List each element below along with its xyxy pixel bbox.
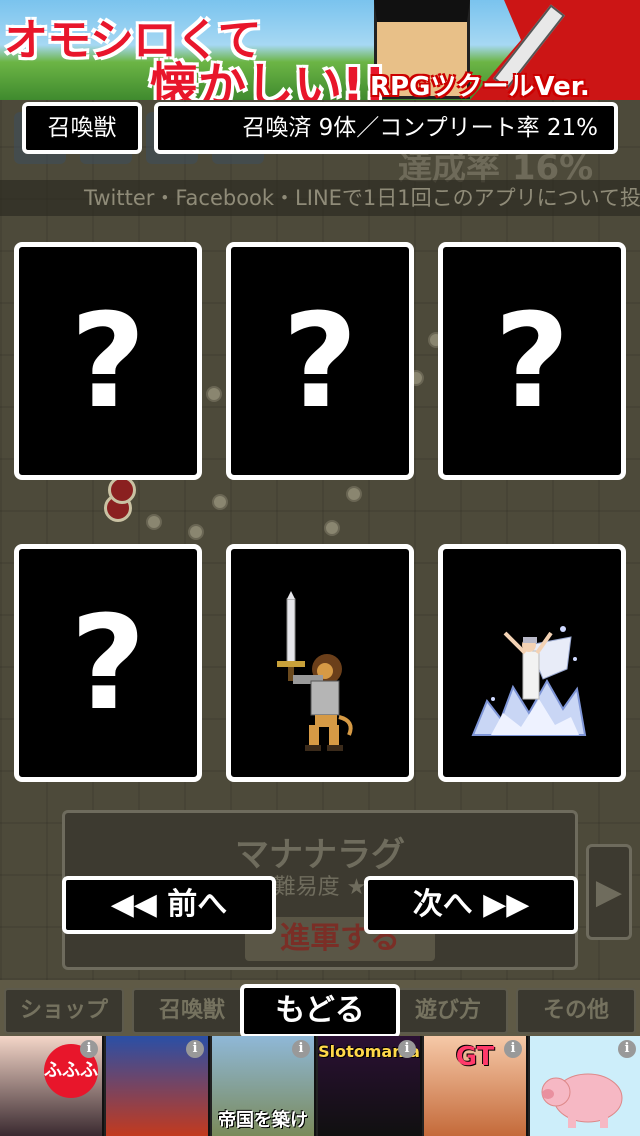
next-page-button[interactable]: 次へ ▶▶ <box>364 876 578 934</box>
map-marker <box>108 476 136 504</box>
summon-card-2[interactable]: ? <box>226 242 414 480</box>
bottom-ad-strip: ふふふ i i i 帝国を築け Slotomania i GT i i <box>0 1036 640 1136</box>
page-title: 召喚獣 <box>22 102 142 154</box>
ad-info-icon[interactable]: i <box>504 1040 522 1058</box>
menu-shop: ショップ <box>4 988 124 1034</box>
summon-card-3[interactable]: ? <box>438 242 626 480</box>
ad-tile-3[interactable]: i 帝国を築け <box>212 1036 316 1136</box>
map-node <box>188 524 204 540</box>
top-banner-ad[interactable]: オモシロくて 懐かしい!! RPGツクールVer. <box>0 0 640 100</box>
ice-goddess-icon <box>471 626 587 736</box>
summon-card-4[interactable]: ? <box>14 544 202 782</box>
map-node <box>324 520 340 536</box>
ad-tile-4[interactable]: Slotomania i <box>318 1036 422 1136</box>
ad-tile-6[interactable]: i <box>530 1036 640 1136</box>
ad-tile-5[interactable]: GT i <box>424 1036 528 1136</box>
question-mark-icon: ? <box>282 285 358 437</box>
share-info-text: Twitter・Facebook・LINEで1日1回このアプリについて投 <box>0 180 640 216</box>
ad-tile-2[interactable]: i <box>106 1036 210 1136</box>
summon-card-1[interactable]: ? <box>14 242 202 480</box>
back-button[interactable]: もどる <box>240 984 400 1038</box>
menu-summon: 召喚獣 <box>132 988 252 1034</box>
map-node <box>206 386 222 402</box>
map-node <box>346 486 362 502</box>
ad-info-icon[interactable]: i <box>186 1040 204 1058</box>
prev-page-button[interactable]: ◀◀ 前へ <box>62 876 276 934</box>
map-node <box>212 494 228 510</box>
banner-tag: RPGツクールVer. <box>370 72 590 100</box>
question-mark-icon: ? <box>70 587 146 739</box>
menu-howto: 遊び方 <box>388 988 508 1034</box>
map-node <box>146 514 162 530</box>
ad-label: 帝国を築け <box>218 1110 308 1131</box>
ad-info-icon[interactable]: i <box>398 1040 416 1058</box>
menu-other: その他 <box>516 988 636 1034</box>
ad-info-icon[interactable]: i <box>618 1040 636 1058</box>
banner-line2: 懐かしい!! <box>150 58 386 100</box>
ad-tile-1[interactable]: ふふふ i <box>0 1036 104 1136</box>
ad-info-icon[interactable]: i <box>292 1040 310 1058</box>
question-mark-icon: ? <box>494 285 570 437</box>
question-mark-icon: ? <box>70 285 146 437</box>
lion-knight-sword-icon <box>277 591 353 751</box>
summon-card-5[interactable] <box>226 544 414 782</box>
summon-stats: 召喚済 9体／コンプリート率 21% <box>154 102 618 154</box>
next-stage-arrow-icon: ▶ <box>586 844 632 940</box>
ad-info-icon[interactable]: i <box>80 1040 98 1058</box>
summon-card-6[interactable] <box>438 544 626 782</box>
